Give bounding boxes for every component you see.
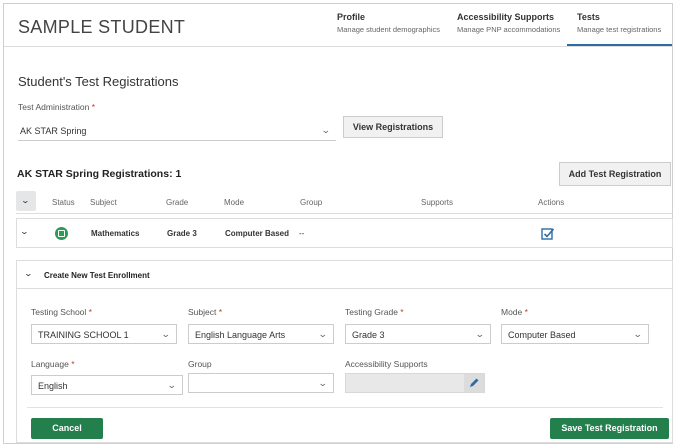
language-select[interactable]: English ⌄	[31, 375, 183, 395]
chevron-down-icon: ⌄	[161, 329, 172, 339]
column-status: Status	[52, 198, 75, 207]
status-check-icon	[55, 227, 68, 240]
chevron-down-icon: ⌄	[20, 196, 31, 205]
expand-all-toggle[interactable]: ⌄	[16, 191, 36, 211]
accessibility-supports-label: Accessibility Supports	[345, 359, 428, 369]
mode-value: Computer Based	[508, 330, 576, 340]
table-row: ⌄ Mathematics Grade 3 Computer Based --	[16, 218, 673, 248]
edit-supports-button[interactable]	[464, 374, 484, 392]
row-mode: Computer Based	[225, 229, 290, 238]
column-group: Group	[300, 198, 323, 207]
tab-accessibility-title: Accessibility Supports	[457, 12, 555, 22]
pencil-icon	[470, 378, 479, 387]
tab-tests-subtitle: Manage test registrations	[577, 25, 662, 34]
tab-profile[interactable]: Profile Manage student demographics	[337, 12, 447, 46]
test-admin-select[interactable]: AK STAR Spring ⌄	[18, 121, 336, 141]
chevron-down-icon: ⌄	[318, 329, 329, 339]
column-subject: Subject	[90, 198, 117, 207]
testing-grade-label: Testing Grade *	[345, 307, 404, 317]
app-window: SAMPLE STUDENT Profile Manage student de…	[3, 3, 673, 444]
page-header: SAMPLE STUDENT Profile Manage student de…	[4, 4, 672, 47]
testing-school-label: Testing School *	[31, 307, 92, 317]
chevron-down-icon: ⌄	[633, 329, 644, 339]
testing-school-select[interactable]: TRAINING SCHOOL 1 ⌄	[31, 324, 177, 344]
mode-select[interactable]: Computer Based ⌄	[501, 324, 649, 344]
tab-profile-subtitle: Manage student demographics	[337, 25, 440, 34]
section-title: Student's Test Registrations	[18, 74, 179, 89]
cancel-button[interactable]: Cancel	[31, 418, 103, 439]
row-expand-chevron-icon[interactable]: ⌄	[20, 227, 29, 236]
chevron-down-icon: ⌄	[167, 380, 178, 390]
accessibility-supports-field	[345, 373, 485, 393]
subject-label: Subject *	[188, 307, 223, 317]
column-grade: Grade	[166, 198, 189, 207]
subject-select[interactable]: English Language Arts ⌄	[188, 324, 334, 344]
collapse-chevron-icon[interactable]: ⌄	[24, 269, 33, 278]
row-grade: Grade 3	[167, 229, 197, 238]
group-label: Group	[188, 359, 212, 369]
group-select[interactable]: ⌄	[188, 373, 334, 393]
save-test-registration-button[interactable]: Save Test Registration	[550, 418, 669, 439]
tab-accessibility-subtitle: Manage PNP accommodations	[457, 25, 561, 34]
edit-registration-icon[interactable]	[541, 227, 555, 240]
testing-grade-value: Grade 3	[352, 330, 385, 340]
view-registrations-button[interactable]: View Registrations	[343, 116, 443, 138]
tab-tests-title: Tests	[577, 12, 600, 22]
row-group: --	[299, 229, 305, 238]
create-enrollment-panel: ⌄ Create New Test Enrollment Testing Sch…	[16, 260, 673, 443]
column-supports: Supports	[421, 198, 454, 207]
row-subject: Mathematics	[91, 229, 140, 238]
language-label: Language *	[31, 359, 75, 369]
mode-label: Mode *	[501, 307, 528, 317]
chevron-down-icon: ⌄	[318, 378, 329, 388]
registrations-list-title: AK STAR Spring Registrations: 1	[17, 168, 182, 180]
column-mode: Mode	[224, 198, 245, 207]
tab-profile-title: Profile	[337, 12, 366, 22]
chevron-down-icon: ⌄	[321, 125, 332, 135]
registrations-table-header: ⌄ Status Subject Grade Mode Group Suppor…	[16, 190, 673, 214]
student-name: SAMPLE STUDENT	[18, 17, 186, 37]
divider	[27, 407, 663, 408]
testing-grade-select[interactable]: Grade 3 ⌄	[345, 324, 491, 344]
tab-accessibility-supports[interactable]: Accessibility Supports Manage PNP accomm…	[457, 12, 567, 46]
column-actions: Actions	[538, 198, 565, 207]
add-test-registration-button[interactable]: Add Test Registration	[559, 162, 671, 186]
enrollment-title: Create New Test Enrollment	[44, 271, 150, 280]
test-admin-label: Test Administration *	[18, 102, 96, 112]
enrollment-panel-header: ⌄ Create New Test Enrollment	[17, 261, 672, 289]
language-value: English	[38, 381, 68, 391]
tab-tests[interactable]: Tests Manage test registrations	[567, 12, 672, 46]
testing-school-value: TRAINING SCHOOL 1	[38, 330, 129, 340]
subject-value: English Language Arts	[195, 330, 286, 340]
test-admin-value: AK STAR Spring	[20, 126, 87, 136]
chevron-down-icon: ⌄	[475, 329, 486, 339]
